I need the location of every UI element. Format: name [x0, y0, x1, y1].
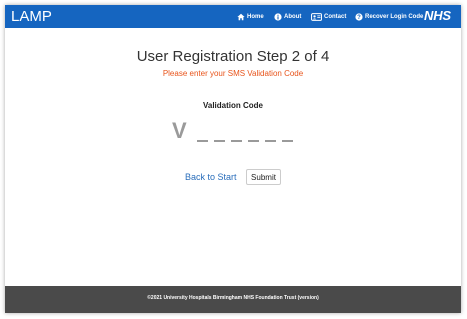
submit-button[interactable]: Submit: [246, 169, 281, 185]
nav-recover-login-link[interactable]: ? Recover Login Code: [355, 11, 423, 23]
validation-code-input[interactable]: V: [165, 114, 305, 144]
contact-icon: [311, 13, 322, 21]
nav-home-label: Home: [247, 14, 264, 20]
code-digit-slot: [248, 140, 259, 142]
code-digit-slot: [265, 140, 276, 142]
nav-contact-label: Contact: [324, 14, 347, 20]
code-digit-slot: [231, 140, 242, 142]
code-digit-slot: [214, 140, 225, 142]
code-prefix: V: [172, 118, 187, 143]
nav-about-label: About: [284, 14, 302, 20]
nav-contact-link[interactable]: Contact: [311, 11, 346, 23]
footer: ©2021 University Hospitals Birmingham NH…: [5, 286, 461, 313]
nav-home-link[interactable]: Home: [237, 11, 264, 23]
nav-about-link[interactable]: About: [274, 11, 301, 23]
nhs-logo: NHS: [424, 8, 451, 23]
info-icon: [274, 13, 282, 21]
instruction-text: Please enter your SMS Validation Code: [162, 69, 304, 78]
brand-title[interactable]: LAMP: [11, 8, 52, 25]
validation-code-label: Validation Code: [202, 101, 263, 110]
top-navbar: LAMP Home About Contact ? Recover Login …: [5, 5, 461, 28]
footer-copyright: ©2021 University Hospitals Birmingham NH…: [147, 295, 319, 301]
back-to-start-link[interactable]: Back to Start: [185, 172, 237, 182]
page-title: User Registration Step 2 of 4: [136, 48, 330, 65]
browser-frame: LAMP Home About Contact ? Recover Login …: [5, 5, 461, 313]
help-icon: ?: [355, 13, 363, 21]
home-icon: [237, 13, 245, 21]
code-digit-slot: [197, 140, 208, 142]
svg-text:?: ?: [357, 15, 361, 21]
registration-panel: User Registration Step 2 of 4 Please ent…: [5, 28, 461, 286]
nav-recover-login-label: Recover Login Code: [365, 14, 424, 20]
code-digit-slot: [282, 140, 293, 142]
